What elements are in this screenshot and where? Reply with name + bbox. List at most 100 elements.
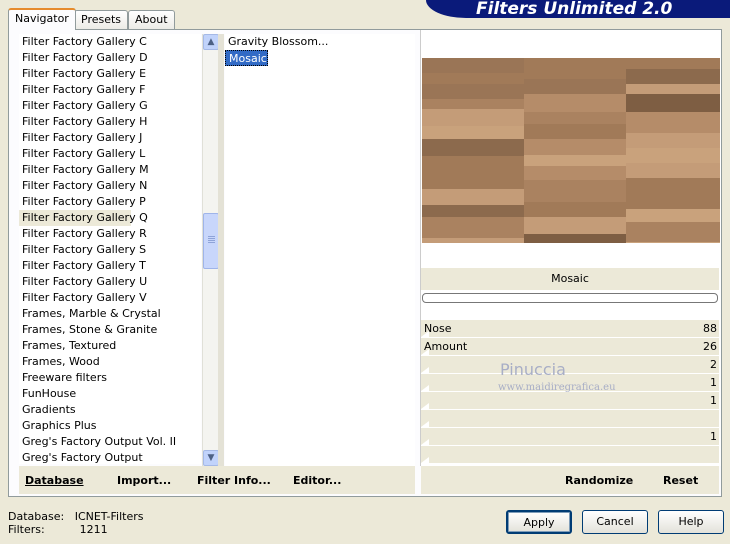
category-item[interactable]: Filter Factory Gallery T — [19, 258, 201, 274]
mosaic-tile — [524, 112, 626, 124]
parameter-row[interactable]: 1 — [421, 428, 719, 446]
slider-marker — [421, 403, 429, 409]
mosaic-tile — [626, 84, 720, 94]
category-item[interactable]: Gradients — [19, 402, 201, 418]
slider-marker — [421, 331, 429, 337]
mosaic-tile — [524, 180, 626, 190]
category-scrollbar[interactable]: ▲ ▼ — [202, 34, 219, 466]
parameter-value: 1 — [710, 376, 717, 389]
mosaic-tile — [524, 166, 626, 180]
mosaic-tile — [524, 217, 626, 234]
database-value: ICNET-Filters — [74, 510, 144, 523]
slider-marker — [421, 385, 429, 391]
parameter-value: 1 — [710, 394, 717, 407]
category-item[interactable]: Filter Factory Gallery R — [19, 226, 201, 242]
filter-item[interactable]: Gravity Blossom... — [225, 34, 328, 50]
category-item[interactable]: Filter Factory Gallery D — [19, 50, 201, 66]
category-item[interactable]: Freeware filters — [19, 370, 201, 386]
category-item[interactable]: Frames, Wood — [19, 354, 201, 370]
parameter-row[interactable] — [421, 446, 719, 464]
parameter-row[interactable]: Amount 26 — [421, 338, 719, 356]
mosaic-tile — [524, 79, 626, 94]
category-item[interactable]: Filter Factory Gallery G — [19, 98, 201, 114]
category-item[interactable]: Filter Factory Gallery F — [19, 82, 201, 98]
scroll-down-button[interactable]: ▼ — [203, 450, 219, 466]
mosaic-tile — [524, 202, 626, 217]
category-item[interactable]: Filter Factory Gallery C — [19, 34, 201, 50]
cancel-button[interactable]: Cancel — [582, 510, 648, 534]
slider-marker — [421, 421, 429, 427]
mosaic-tile — [524, 124, 626, 139]
tab-about[interactable]: About — [128, 10, 175, 29]
divider — [218, 34, 224, 466]
category-item[interactable]: Filter Factory Gallery N — [19, 178, 201, 194]
category-item[interactable]: Filter Factory Gallery S — [19, 242, 201, 258]
mosaic-tile — [524, 234, 626, 243]
scroll-thumb[interactable] — [203, 213, 219, 269]
mosaic-tile — [422, 205, 524, 217]
category-item[interactable]: Filter Factory Gallery P — [19, 194, 201, 210]
mosaic-tile — [422, 109, 524, 126]
right-button-bar: Randomize Reset — [421, 466, 719, 494]
reset-button[interactable]: Reset — [663, 474, 698, 487]
filter-item[interactable]: Mosaic — [225, 50, 268, 66]
parameter-value: 2 — [710, 358, 717, 371]
slider-marker — [421, 457, 429, 463]
slider-marker — [421, 367, 429, 373]
mosaic-tile — [626, 94, 720, 112]
apply-button[interactable]: Apply — [506, 510, 572, 534]
parameter-row[interactable]: 1 — [421, 392, 719, 410]
editor-button[interactable]: Editor... — [293, 474, 341, 487]
parameter-value: 1 — [710, 430, 717, 443]
parameter-label: Amount — [424, 340, 468, 353]
filter-info-button[interactable]: Filter Info... — [197, 474, 271, 487]
category-item[interactable]: Filter Factory Gallery E — [19, 66, 201, 82]
mosaic-tile — [422, 126, 524, 139]
randomize-button[interactable]: Randomize — [565, 474, 633, 487]
watermark-url: www.maidiregrafica.eu — [498, 382, 616, 393]
mosaic-tile — [422, 99, 524, 109]
category-item[interactable]: Frames, Marble & Crystal — [19, 306, 201, 322]
help-button[interactable]: Help — [658, 510, 724, 534]
category-item[interactable]: Filter Factory Gallery L — [19, 146, 201, 162]
category-item[interactable]: Filter Factory Gallery U — [19, 274, 201, 290]
category-item[interactable]: Filter Factory Gallery Q — [19, 210, 148, 226]
mosaic-tile — [626, 112, 720, 133]
category-item[interactable]: Filter Factory Gallery V — [19, 290, 201, 306]
parameter-row[interactable] — [421, 410, 719, 428]
category-item[interactable]: Filter Factory Gallery H — [19, 114, 201, 130]
mosaic-tile — [626, 191, 720, 209]
tab-presets[interactable]: Presets — [74, 10, 129, 29]
parameter-row[interactable]: 2 — [421, 356, 719, 374]
mosaic-tile — [524, 190, 626, 202]
mosaic-tile — [626, 148, 720, 163]
filters-value: 1211 — [79, 523, 108, 536]
tab-navigator[interactable]: Navigator — [8, 8, 76, 30]
category-item[interactable]: Frames, Textured — [19, 338, 201, 354]
left-button-bar: Database Import... Filter Info... Editor… — [19, 466, 415, 494]
mosaic-tile — [422, 73, 524, 84]
mosaic-tile — [422, 217, 524, 238]
mosaic-tile — [422, 156, 524, 171]
category-item[interactable]: Filter Factory Gallery M — [19, 162, 201, 178]
scroll-up-button[interactable]: ▲ — [203, 34, 219, 50]
category-item[interactable]: Greg's Factory Output — [19, 450, 201, 464]
filter-name-label: Mosaic — [421, 268, 719, 290]
mosaic-tile — [524, 155, 626, 166]
mosaic-tile — [422, 171, 524, 189]
slider-marker — [421, 439, 429, 445]
category-list[interactable]: Filter Factory Gallery C Filter Factory G… — [19, 34, 201, 464]
database-button[interactable]: Database — [25, 474, 84, 487]
category-item[interactable]: Filter Factory Gallery J — [19, 130, 201, 146]
category-item[interactable]: FunHouse — [19, 386, 201, 402]
parameter-row[interactable]: Nose 88 — [421, 320, 719, 338]
import-button[interactable]: Import... — [117, 474, 171, 487]
database-button-label: Database — [25, 474, 84, 487]
mosaic-tile — [626, 58, 720, 69]
category-item[interactable]: Frames, Stone & Granite — [19, 322, 201, 338]
category-item[interactable]: Greg's Factory Output Vol. II — [19, 434, 201, 450]
filter-list[interactable]: Gravity Blossom... Mosaic — [225, 34, 415, 466]
category-item[interactable]: Graphics Plus — [19, 418, 201, 434]
mosaic-tile — [626, 133, 720, 148]
preview-image — [422, 58, 720, 243]
